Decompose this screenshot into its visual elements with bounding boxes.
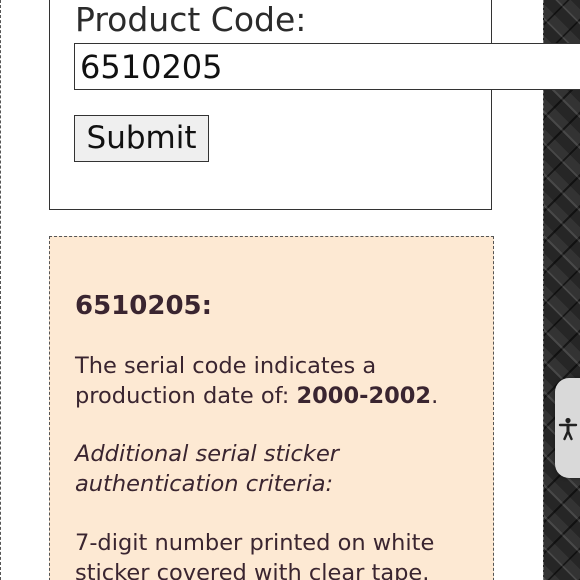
production-date-value: 2000-2002 (296, 382, 432, 409)
product-code-label: Product Code: (75, 0, 307, 39)
production-date-suffix: . (431, 382, 439, 409)
accessibility-icon (558, 417, 578, 441)
result-title: 6510205: (75, 291, 213, 321)
production-date-text: The serial code indicates a production d… (75, 352, 485, 411)
page-edge (0, 0, 1, 580)
product-code-input[interactable] (74, 43, 580, 90)
criteria-heading: Additional serial sticker authentication… (75, 441, 340, 497)
submit-button[interactable]: Submit (74, 115, 209, 162)
criteria-text: 7-digit number printed on white sticker … (75, 530, 435, 580)
